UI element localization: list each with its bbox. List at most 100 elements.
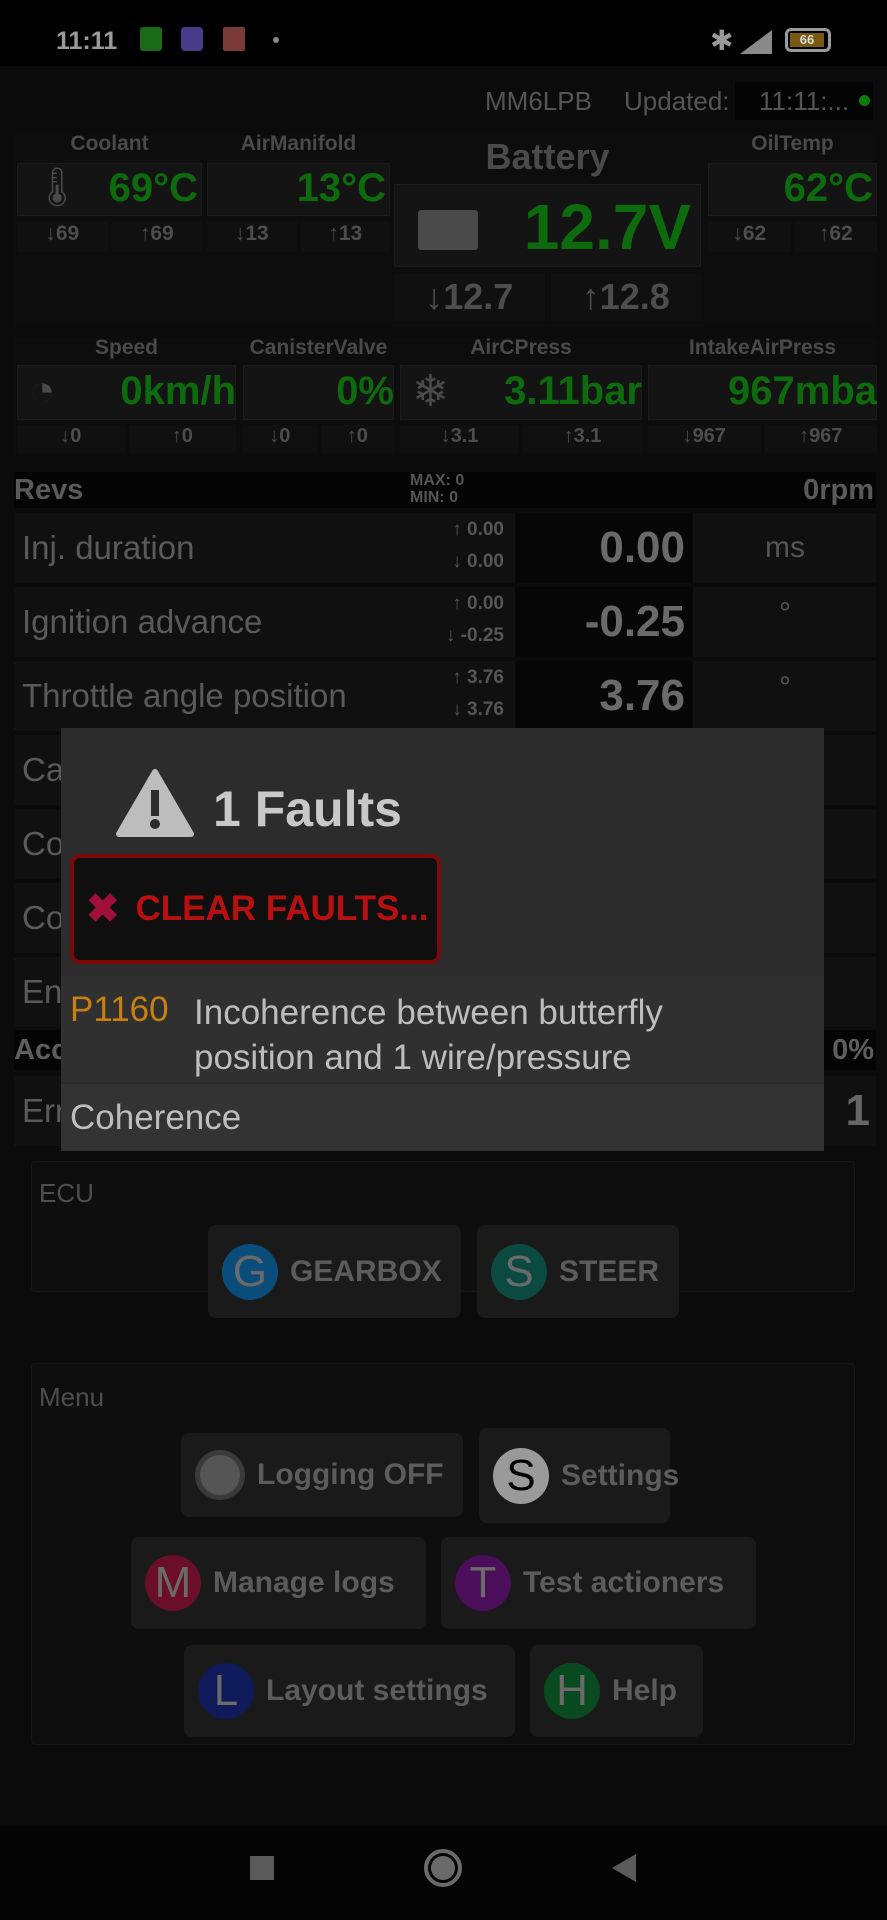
close-x-icon: ✖ bbox=[86, 887, 120, 931]
fault-category-row: Coherence bbox=[61, 1084, 824, 1151]
param-row: Inj. duration ↑ 0.00 ↓ 0.00 0.00 ms bbox=[14, 513, 876, 583]
revs-min: MIN: 0 bbox=[410, 489, 458, 506]
revs-header: Revs MAX: 0 MIN: 0 0rpm bbox=[14, 472, 876, 508]
gauge-label: Battery bbox=[485, 136, 610, 177]
param-min: ↓ -0.25 bbox=[445, 625, 504, 646]
gauge-min: ↓69 bbox=[17, 222, 108, 252]
logging-toggle-label: Logging OFF bbox=[257, 1458, 444, 1491]
param-label: En bbox=[22, 973, 63, 1010]
updated-label: Updated: bbox=[624, 86, 730, 116]
revs-label: Revs bbox=[14, 474, 84, 506]
battery-gauge-icon bbox=[418, 210, 478, 250]
acc-label: Acc bbox=[14, 1034, 68, 1066]
warning-icon bbox=[116, 769, 194, 837]
updated-time-box: 11:11:... bbox=[735, 82, 873, 120]
manage-logs-label: Manage logs bbox=[213, 1566, 395, 1599]
gauge-min: ↓12.7 bbox=[394, 273, 545, 321]
param-label: Co bbox=[22, 899, 65, 936]
ecu-title: ECU bbox=[39, 1178, 94, 1208]
battery-level: 66 bbox=[790, 33, 824, 47]
viber-icon bbox=[181, 27, 203, 51]
test-actioners-label: Test actioners bbox=[523, 1566, 725, 1599]
gauge-value: 13°C bbox=[296, 166, 386, 210]
param-row: Ignition advance ↑ 0.00 ↓ -0.25 -0.25 ° bbox=[14, 587, 876, 657]
gauge-value: 12.7V bbox=[523, 191, 691, 263]
faults-dialog: 1 Faults ✖ CLEAR FAULTS... P1160 Incoher… bbox=[61, 728, 824, 1151]
snowflake-icon: ❄ bbox=[412, 367, 449, 416]
gauge-max: ↑13 bbox=[300, 222, 390, 252]
param-unit: ° bbox=[779, 597, 791, 630]
gauge-value: 3.11bar bbox=[504, 369, 642, 413]
param-label: Ignition advance bbox=[22, 603, 263, 640]
logging-icon bbox=[195, 1450, 245, 1500]
gauge-min: ↓0 bbox=[243, 425, 317, 453]
speedometer-icon: ◔ bbox=[29, 366, 56, 415]
status-time: 11:11 bbox=[56, 27, 118, 55]
gauge-min: ↓62 bbox=[708, 222, 791, 252]
clear-faults-button[interactable]: ✖ CLEAR FAULTS... bbox=[70, 854, 441, 964]
gauge-label: OilTemp bbox=[751, 132, 834, 155]
auto-app-icon bbox=[223, 27, 245, 51]
param-max: ↑ 0.00 bbox=[452, 593, 504, 614]
recents-nav-icon[interactable] bbox=[250, 1856, 274, 1880]
test-actioners-button[interactable]: T Test actioners bbox=[441, 1537, 756, 1629]
gauge-label: IntakeAirPress bbox=[688, 336, 837, 359]
fault-item[interactable]: P1160 Incoherence between butterfly posi… bbox=[61, 976, 824, 1082]
layout-settings-icon: L bbox=[198, 1663, 254, 1719]
param-min: ↓ 3.76 bbox=[452, 699, 504, 720]
test-actioners-icon: T bbox=[455, 1555, 511, 1611]
gearbox-button[interactable]: G GEARBOX bbox=[208, 1225, 461, 1318]
param-min: ↓ 0.00 bbox=[452, 551, 504, 572]
param-label: Co bbox=[22, 825, 65, 862]
gauge-max: ↑62 bbox=[794, 222, 877, 252]
steer-label: STEER bbox=[559, 1254, 660, 1288]
layout-settings-button[interactable]: L Layout settings bbox=[184, 1645, 515, 1737]
manage-logs-button[interactable]: M Manage logs bbox=[131, 1537, 426, 1629]
param-value: -0.25 bbox=[515, 587, 693, 657]
gauge-value: 0% bbox=[336, 369, 394, 413]
acc-value: 0% bbox=[832, 1034, 874, 1066]
param-label: Inj. duration bbox=[22, 529, 195, 566]
home-nav-icon[interactable] bbox=[424, 1849, 462, 1887]
err-value: 1 bbox=[845, 1086, 870, 1135]
app-notification-icon bbox=[140, 27, 162, 51]
back-nav-icon[interactable] bbox=[610, 1852, 638, 1884]
gauge-min: ↓967 bbox=[648, 425, 761, 453]
layout-settings-label: Layout settings bbox=[266, 1674, 488, 1707]
settings-label: Settings bbox=[561, 1458, 680, 1492]
more-notifications-icon bbox=[273, 37, 279, 43]
gauge-max: ↑12.8 bbox=[550, 273, 701, 321]
param-row: Throttle angle position ↑ 3.76 ↓ 3.76 3.76 ° bbox=[14, 661, 876, 731]
battery-icon: 66 bbox=[785, 28, 831, 52]
fault-description: Incoherence between butterfly position a… bbox=[194, 993, 663, 1077]
gauge-value: 967mba bbox=[728, 369, 877, 413]
param-value: 3.76 bbox=[515, 661, 693, 731]
gauge-min: ↓0 bbox=[17, 425, 125, 453]
gauge-value: 0km/h bbox=[120, 369, 236, 413]
param-value: 0.00 bbox=[515, 513, 693, 583]
clear-faults-label: CLEAR FAULTS... bbox=[135, 889, 429, 928]
gauge-label: Speed bbox=[94, 336, 159, 359]
param-max: ↑ 3.76 bbox=[452, 667, 504, 688]
gauge-max: ↑0 bbox=[320, 425, 394, 453]
thermometer-icon: 🌡 bbox=[33, 167, 82, 209]
gauge-label: CanisterValve bbox=[249, 336, 388, 359]
gauge-min: ↓3.1 bbox=[400, 425, 519, 453]
profile-name: MM6LPB bbox=[485, 86, 592, 116]
gauge-value: 69°C bbox=[108, 166, 198, 210]
gauge-max: ↑967 bbox=[764, 425, 877, 453]
help-button[interactable]: H Help bbox=[530, 1645, 703, 1737]
gauge-min: ↓13 bbox=[207, 222, 297, 252]
status-bar: 11:11 ✱ 66 bbox=[0, 0, 887, 66]
gearbox-label: GEARBOX bbox=[290, 1254, 442, 1288]
revs-max: MAX: 0 bbox=[410, 472, 465, 489]
logging-toggle-button[interactable]: Logging OFF bbox=[181, 1433, 463, 1517]
dialog-title: 1 Faults bbox=[213, 781, 402, 837]
gauge-max: ↑0 bbox=[128, 425, 236, 453]
connection-status-dot bbox=[859, 95, 870, 106]
steer-button[interactable]: S STEER bbox=[477, 1225, 679, 1318]
gauge-max: ↑69 bbox=[111, 222, 202, 252]
gauge-value: 62°C bbox=[783, 166, 873, 210]
settings-button[interactable]: S Settings bbox=[479, 1428, 679, 1523]
err-label: Err bbox=[22, 1092, 66, 1129]
